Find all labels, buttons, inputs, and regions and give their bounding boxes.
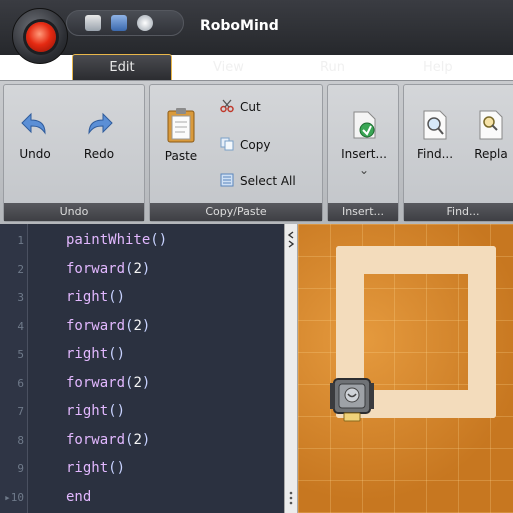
select-all-label: Select All xyxy=(240,174,296,188)
code-line[interactable]: 4 forward(2) xyxy=(0,316,284,338)
insert-document-icon xyxy=(353,111,376,139)
scissors-icon xyxy=(220,99,234,113)
code-statement: right() xyxy=(66,403,126,419)
line-number: 9 xyxy=(17,462,24,475)
paste-label: Paste xyxy=(164,149,198,163)
code-line[interactable]: 9 right() xyxy=(0,458,284,480)
insert-dropdown-icon[interactable]: ⌄ xyxy=(334,163,394,177)
grip-dots-icon xyxy=(289,491,293,505)
insert-button[interactable]: Insert... ⌄ xyxy=(334,109,394,177)
line-number: 1 xyxy=(17,234,24,247)
insert-group-label: Insert... xyxy=(328,203,398,221)
insert-group: Insert... ⌄ Insert... xyxy=(327,84,399,222)
line-number: 2 xyxy=(17,262,24,276)
code-line[interactable]: 2 forward(2) xyxy=(0,259,284,281)
code-line[interactable]: 7 right() xyxy=(0,401,284,423)
paste-button[interactable]: Paste xyxy=(158,107,204,163)
app-menu-button[interactable] xyxy=(12,8,68,64)
tab-view[interactable]: View xyxy=(213,55,244,80)
line-number: 3 xyxy=(17,291,24,304)
line-number: 4 xyxy=(17,319,24,333)
insert-label: Insert... xyxy=(341,147,387,161)
code-statement: forward(2) xyxy=(66,374,151,391)
tab-edit[interactable]: Edit xyxy=(72,54,172,81)
find-magnifier-icon xyxy=(423,110,447,140)
replace-button[interactable]: Repla xyxy=(468,109,513,161)
code-statement: paintWhite() xyxy=(66,232,168,248)
clipboard-icon xyxy=(167,108,195,143)
redo-icon xyxy=(88,112,113,135)
code-statement: right() xyxy=(66,460,126,476)
undo-label: Undo xyxy=(19,147,51,161)
clipboard-group: Paste Cut Copy Select All Copy/Paste xyxy=(149,84,323,222)
cut-button[interactable]: Cut xyxy=(220,99,261,114)
cut-label: Cut xyxy=(240,100,261,114)
code-line[interactable]: ▸10 end xyxy=(0,487,284,509)
undo-button[interactable]: Undo xyxy=(12,109,58,161)
code-statement: end xyxy=(66,488,92,505)
code-line[interactable]: 1 paintWhite() xyxy=(0,230,284,252)
code-statement: forward(2) xyxy=(66,317,151,334)
redo-label: Redo xyxy=(83,147,115,161)
help-circle-icon[interactable] xyxy=(137,15,153,31)
robot-icon xyxy=(330,378,374,422)
code-statement: right() xyxy=(66,289,126,305)
collapse-arrows-icon xyxy=(287,231,295,248)
tab-run[interactable]: Run xyxy=(320,55,345,80)
redo-button[interactable]: Redo xyxy=(76,109,122,161)
line-number: ▸10 xyxy=(4,490,24,504)
select-all-icon xyxy=(220,173,234,187)
copy-button[interactable]: Copy xyxy=(220,137,270,152)
line-number: 8 xyxy=(17,433,24,447)
replace-label: Repla xyxy=(474,147,508,161)
find-button[interactable]: Find... xyxy=(412,109,458,161)
undo-group: Undo Redo Undo xyxy=(3,84,145,222)
pane-splitter[interactable] xyxy=(284,224,298,513)
copy-icon xyxy=(220,137,234,151)
robot-world-map[interactable] xyxy=(298,224,513,513)
line-number: 6 xyxy=(17,376,24,390)
find-label: Find... xyxy=(416,147,454,161)
ribbon: Undo Redo Undo Paste Cut Copy Select All… xyxy=(0,80,513,224)
save-icon[interactable] xyxy=(111,15,127,31)
tab-help[interactable]: Help xyxy=(423,55,453,80)
app-title: RoboMind xyxy=(200,18,279,34)
new-file-icon[interactable] xyxy=(85,15,101,31)
undo-group-label: Undo xyxy=(4,203,144,221)
select-all-button[interactable]: Select All xyxy=(220,173,296,188)
quick-access-toolbar xyxy=(66,10,184,36)
code-statement: forward(2) xyxy=(66,260,151,277)
code-line[interactable]: 8 forward(2) xyxy=(0,430,284,452)
line-number: 7 xyxy=(17,405,24,418)
copy-label: Copy xyxy=(240,138,271,152)
clipboard-group-label: Copy/Paste xyxy=(150,203,322,221)
code-editor[interactable]: 1 paintWhite() 2 forward(2) 3 right() 4 forward… xyxy=(0,224,284,513)
title-bar: RoboMind xyxy=(0,0,513,55)
replace-icon xyxy=(479,110,503,140)
undo-icon xyxy=(21,112,46,135)
line-number: 5 xyxy=(17,348,24,361)
code-line[interactable]: 5 right() xyxy=(0,344,284,366)
find-group-label: Find... xyxy=(404,203,513,221)
robomind-logo-icon xyxy=(26,22,56,52)
find-group: Find... Repla Find... xyxy=(403,84,513,222)
code-line[interactable]: 6 forward(2) xyxy=(0,373,284,395)
code-statement: right() xyxy=(66,346,126,362)
code-line[interactable]: 3 right() xyxy=(0,287,284,309)
code-statement: forward(2) xyxy=(66,431,151,448)
